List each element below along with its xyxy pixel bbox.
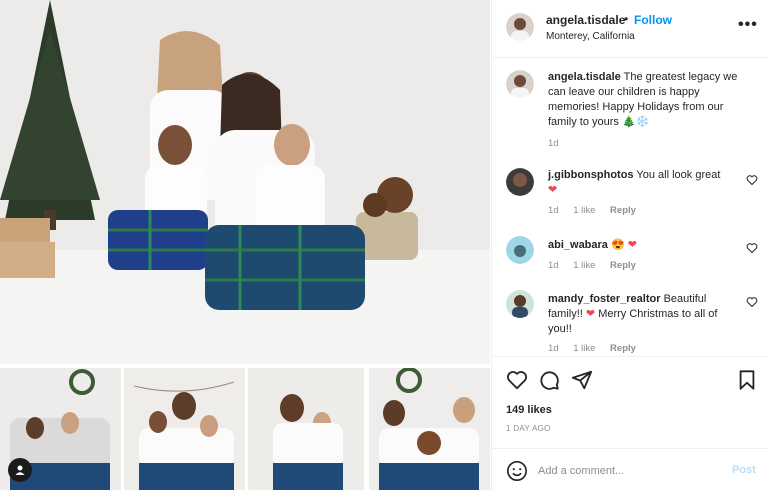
comment-time[interactable]: 1d	[548, 343, 559, 354]
like-comment-icon[interactable]	[746, 242, 758, 254]
post-timestamp[interactable]: 1 DAY AGO	[506, 424, 551, 433]
comment-likes[interactable]: 1 like	[573, 260, 595, 271]
comment-meta: 1d 1 like Reply	[548, 205, 648, 216]
comment-body: You all look great	[636, 169, 721, 181]
post-header: angela.tisdale • Follow Monterey, Califo…	[492, 0, 768, 58]
share-icon[interactable]	[571, 369, 593, 391]
post-actions: 149 likes 1 DAY AGO	[492, 356, 768, 448]
separator-dot: •	[624, 12, 629, 26]
comment-text: j.gibbonsphotos You all look great ❤	[548, 168, 736, 198]
caption-username[interactable]: angela.tisdale	[548, 71, 621, 83]
avatar[interactable]	[506, 168, 534, 196]
add-comment-bar: Post	[492, 448, 768, 492]
heart-icon[interactable]	[506, 369, 528, 391]
emoji-icon[interactable]	[506, 460, 528, 482]
list-item: mandy_foster_realtor Beautiful family!! …	[492, 290, 768, 355]
comments-list: angela.tisdale The greatest legacy we ca…	[492, 58, 768, 355]
avatar[interactable]	[506, 236, 534, 264]
follow-button[interactable]: Follow	[634, 13, 672, 27]
comment-time[interactable]: 1d	[548, 205, 559, 216]
comment-emoji: ❤	[548, 184, 558, 196]
thumbnail-2[interactable]	[124, 368, 245, 490]
comment-text: mandy_foster_realtor Beautiful family!! …	[548, 292, 736, 337]
comment-username[interactable]: mandy_foster_realtor	[548, 293, 661, 305]
caption: angela.tisdale The greatest legacy we ca…	[492, 68, 768, 149]
reply-button[interactable]: Reply	[610, 260, 636, 271]
thumbnail-strip	[0, 368, 490, 492]
list-item: abi_wabara 😍 ❤ 1d 1 like Reply	[492, 236, 768, 278]
avatar[interactable]	[506, 290, 534, 318]
comment-username[interactable]: abi_wabara	[548, 239, 608, 251]
likes-count[interactable]: 149 likes	[506, 404, 552, 416]
comment-icon[interactable]	[538, 369, 560, 391]
more-options-icon[interactable]: •••	[738, 16, 758, 34]
comment-time[interactable]: 1d	[548, 260, 559, 271]
reply-button[interactable]: Reply	[610, 343, 636, 354]
caption-text: angela.tisdale The greatest legacy we ca…	[548, 70, 748, 130]
comment-emoji: 😍 ❤	[610, 239, 637, 251]
list-item: j.gibbonsphotos You all look great ❤ 1d …	[492, 166, 768, 216]
comment-likes[interactable]: 1 like	[573, 343, 595, 354]
post-media	[0, 0, 490, 492]
comment-username[interactable]: j.gibbonsphotos	[548, 169, 634, 181]
comment-emoji: ❤	[585, 308, 596, 320]
like-comment-icon[interactable]	[746, 174, 758, 186]
post-sidebar: angela.tisdale • Follow Monterey, Califo…	[491, 0, 768, 492]
thumbnail-3[interactable]	[248, 368, 364, 490]
comment-meta: 1d 1 like Reply	[548, 343, 648, 354]
avatar[interactable]	[506, 70, 534, 98]
comment-input[interactable]	[538, 461, 718, 481]
header-username[interactable]: angela.tisdale	[546, 13, 625, 27]
post-button[interactable]: Post	[732, 464, 756, 476]
reply-button[interactable]: Reply	[610, 205, 636, 216]
bookmark-icon[interactable]	[736, 369, 758, 391]
location-link[interactable]: Monterey, California	[546, 31, 635, 42]
caption-time[interactable]: 1d	[548, 138, 559, 149]
comment-text: abi_wabara 😍 ❤	[548, 238, 736, 253]
tagged-users-icon[interactable]	[8, 458, 32, 482]
comment-likes[interactable]: 1 like	[573, 205, 595, 216]
avatar[interactable]	[506, 13, 534, 41]
caption-meta: 1d	[548, 138, 571, 149]
comment-meta: 1d 1 like Reply	[548, 260, 648, 271]
thumbnail-4[interactable]	[369, 368, 490, 490]
like-comment-icon[interactable]	[746, 296, 758, 308]
main-photo[interactable]	[0, 0, 490, 364]
